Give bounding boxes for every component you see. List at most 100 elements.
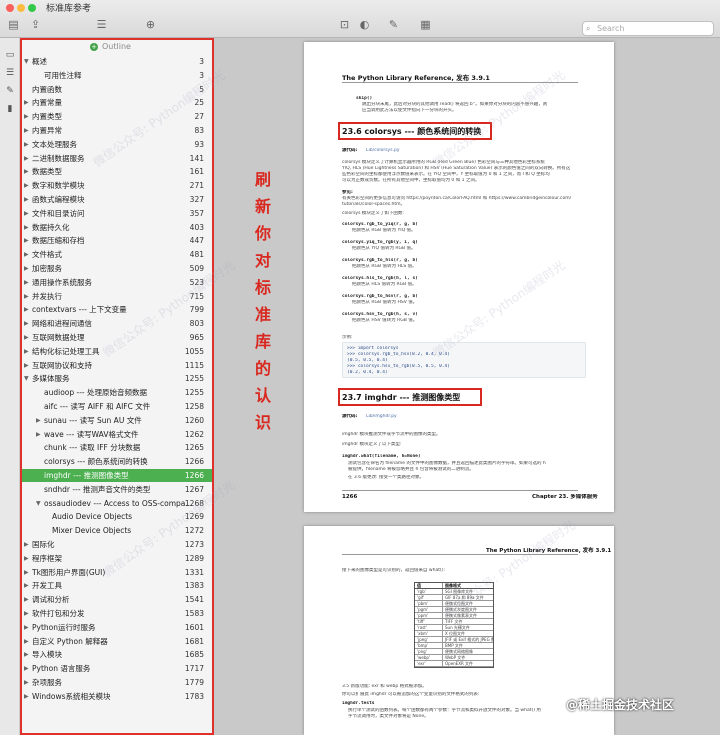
search-input[interactable]: ⌕ Search xyxy=(582,21,714,36)
disclosure-collapsed-icon[interactable]: ▶ xyxy=(24,276,29,289)
disclosure-expanded-icon[interactable]: ▼ xyxy=(24,372,29,385)
disclosure-collapsed-icon[interactable]: ▶ xyxy=(24,165,29,178)
outline-item[interactable]: Audio Device Objects 1269 xyxy=(22,510,212,523)
outline-item[interactable]: sndhdr --- 推测声音文件的类型 1267 xyxy=(22,483,212,496)
outline-item[interactable]: ▶ 函数式编程模块 327 xyxy=(22,193,212,206)
outline-item[interactable]: ▼ 概述 3 xyxy=(22,55,212,68)
disclosure-collapsed-icon[interactable]: ▶ xyxy=(24,635,29,648)
outline-item[interactable]: ▶ 数据压缩和存档 447 xyxy=(22,234,212,247)
outline-item[interactable]: Mixer Device Objects 1272 xyxy=(22,524,212,537)
outline-item[interactable]: audioop --- 处理原始音频数据 1255 xyxy=(22,386,212,399)
outline-item[interactable]: ▶ 加密服务 509 xyxy=(22,262,212,275)
outline-item[interactable]: ▶ 网络和进程间通信 803 xyxy=(22,317,212,330)
annotate-icon[interactable]: ▦ xyxy=(418,18,433,31)
disclosure-expanded-icon[interactable]: ▼ xyxy=(24,55,29,68)
disclosure-collapsed-icon[interactable]: ▶ xyxy=(24,566,29,579)
outline-item[interactable]: ▶ 软件打包和分发 1583 xyxy=(22,607,212,620)
outline-item[interactable]: ▶ 杂项服务 1779 xyxy=(22,676,212,689)
zoom-fit-icon[interactable]: ⊡ xyxy=(337,18,352,31)
disclosure-collapsed-icon[interactable]: ▶ xyxy=(24,234,29,247)
disclosure-collapsed-icon[interactable]: ▶ xyxy=(24,359,29,372)
disclosure-collapsed-icon[interactable]: ▶ xyxy=(24,676,29,689)
outline-item[interactable]: imghdr --- 推测图像类型 1266 xyxy=(22,469,212,482)
outline-item[interactable]: ▶ Python运行时服务 1601 xyxy=(22,621,212,634)
outline-item[interactable]: ▶ 文件格式 481 xyxy=(22,248,212,261)
disclosure-collapsed-icon[interactable]: ▶ xyxy=(24,193,29,206)
outline-icon[interactable]: ☰ xyxy=(4,68,16,79)
outline-item[interactable]: ▶ contextvars --- 上下文变量 799 xyxy=(22,303,212,316)
disclosure-collapsed-icon[interactable]: ▶ xyxy=(24,648,29,661)
disclosure-collapsed-icon[interactable]: ▶ xyxy=(24,138,29,151)
disclosure-collapsed-icon[interactable]: ▶ xyxy=(24,345,29,358)
sidebar-toggle-icon[interactable]: ▤ xyxy=(6,18,21,31)
disclosure-collapsed-icon[interactable]: ▶ xyxy=(24,207,29,220)
outline-item[interactable]: 可用性注释 3 xyxy=(22,69,212,82)
disclosure-collapsed-icon[interactable]: ▶ xyxy=(24,262,29,275)
disclosure-collapsed-icon[interactable]: ▶ xyxy=(24,331,29,344)
disclosure-collapsed-icon[interactable]: ▶ xyxy=(24,248,29,261)
close-window-button[interactable] xyxy=(6,4,14,12)
outline-item[interactable]: ▶ Python 语言服务 1717 xyxy=(22,662,212,675)
outline-item[interactable]: aifc --- 读写 AIFF 和 AIFC 文件 1258 xyxy=(22,400,212,413)
outline-item[interactable]: ▶ 二进制数据服务 141 xyxy=(22,152,212,165)
share-icon[interactable]: ⇪ xyxy=(28,18,43,31)
outline-item[interactable]: ▶ 结构化标记处理工具 1055 xyxy=(22,345,212,358)
disclosure-collapsed-icon[interactable]: ▶ xyxy=(24,538,29,551)
outline-item[interactable]: ▶ Windows系统相关模块 1783 xyxy=(22,690,212,703)
disclosure-collapsed-icon[interactable]: ▶ xyxy=(24,662,29,675)
disclosure-collapsed-icon[interactable]: ▶ xyxy=(24,621,29,634)
disclosure-collapsed-icon[interactable]: ▶ xyxy=(36,428,41,441)
outline-item[interactable]: ▶ Tk图形用户界面(GUI) 1331 xyxy=(22,566,212,579)
disclosure-expanded-icon[interactable]: ▼ xyxy=(36,497,41,510)
disclosure-collapsed-icon[interactable]: ▶ xyxy=(24,221,29,234)
highlight-icon[interactable]: ✎ xyxy=(4,86,16,97)
thumbnails-icon[interactable]: ▭ xyxy=(4,50,16,61)
outline-item[interactable]: ▶ 开发工具 1383 xyxy=(22,579,212,592)
sidebar-list-icon[interactable]: ☰ xyxy=(94,18,109,31)
outline-item[interactable]: ▶ 文件和目录访问 357 xyxy=(22,207,212,220)
disclosure-collapsed-icon[interactable]: ▶ xyxy=(24,317,29,330)
rotate-icon[interactable]: ◐ xyxy=(357,18,372,31)
outline-item[interactable]: 内置函数 5 xyxy=(22,83,212,96)
disclosure-collapsed-icon[interactable]: ▶ xyxy=(24,110,29,123)
disclosure-collapsed-icon[interactable]: ▶ xyxy=(24,690,29,703)
disclosure-collapsed-icon[interactable]: ▶ xyxy=(24,552,29,565)
outline-item[interactable]: ▶ 文本处理服务 93 xyxy=(22,138,212,151)
source-link-colorsys[interactable]: Lib/colorsys.py xyxy=(366,148,400,154)
markup-icon[interactable]: ✎ xyxy=(386,18,401,31)
outline-item[interactable]: ▶ 并发执行 715 xyxy=(22,290,212,303)
outline-item[interactable]: ▶ 内置异常 83 xyxy=(22,124,212,137)
outline-item[interactable]: ▶ 通用操作系统服务 523 xyxy=(22,276,212,289)
disclosure-collapsed-icon[interactable]: ▶ xyxy=(24,152,29,165)
outline-item[interactable]: ▶ 数据类型 161 xyxy=(22,165,212,178)
outline-item[interactable]: ▶ 内置常量 25 xyxy=(22,96,212,109)
outline-item[interactable]: ▼ ossaudiodev --- Access to OSS-compa... 1… xyxy=(22,497,212,510)
outline-item[interactable]: ▶ 国际化 1273 xyxy=(22,538,212,551)
outline-item[interactable]: ▶ 互联网数据处理 965 xyxy=(22,331,212,344)
disclosure-collapsed-icon[interactable]: ▶ xyxy=(24,290,29,303)
outline-item[interactable]: ▶ 互联网协议和支持 1115 xyxy=(22,359,212,372)
maximize-window-button[interactable] xyxy=(28,4,36,12)
outline-item[interactable]: ▶ 程序框架 1289 xyxy=(22,552,212,565)
disclosure-collapsed-icon[interactable]: ▶ xyxy=(24,579,29,592)
disclosure-collapsed-icon[interactable]: ▶ xyxy=(36,414,41,427)
outline-item[interactable]: ▶ 数字和数学模块 271 xyxy=(22,179,212,192)
disclosure-collapsed-icon[interactable]: ▶ xyxy=(24,593,29,606)
disclosure-collapsed-icon[interactable]: ▶ xyxy=(24,607,29,620)
outline-item[interactable]: ▶ 导入模块 1685 xyxy=(22,648,212,661)
minimize-window-button[interactable] xyxy=(17,4,25,12)
outline-item[interactable]: ▶ 数据持久化 403 xyxy=(22,221,212,234)
source-link-imghdr[interactable]: Lib/imghdr.py xyxy=(366,414,397,420)
outline-item[interactable]: ▶ sunau --- 读写 Sun AU 文件 1260 xyxy=(22,414,212,427)
disclosure-collapsed-icon[interactable]: ▶ xyxy=(24,303,29,316)
bookmark-icon[interactable]: ▮ xyxy=(4,104,16,115)
zoom-icon[interactable]: ⊕ xyxy=(143,18,158,31)
outline-item[interactable]: colorsys --- 颜色系统间的转换 1266 xyxy=(22,455,212,468)
disclosure-collapsed-icon[interactable]: ▶ xyxy=(24,179,29,192)
outline-item[interactable]: ▶ 自定义 Python 解释器 1681 xyxy=(22,635,212,648)
outline-item[interactable]: ▶ wave --- 读写WAV格式文件 1262 xyxy=(22,428,212,441)
disclosure-collapsed-icon[interactable]: ▶ xyxy=(24,96,29,109)
outline-item[interactable]: chunk --- 读取 IFF 分块数据 1265 xyxy=(22,441,212,454)
outline-item[interactable]: ▶ 调试和分析 1541 xyxy=(22,593,212,606)
outline-item[interactable]: ▼ 多媒体服务 1255 xyxy=(22,372,212,385)
